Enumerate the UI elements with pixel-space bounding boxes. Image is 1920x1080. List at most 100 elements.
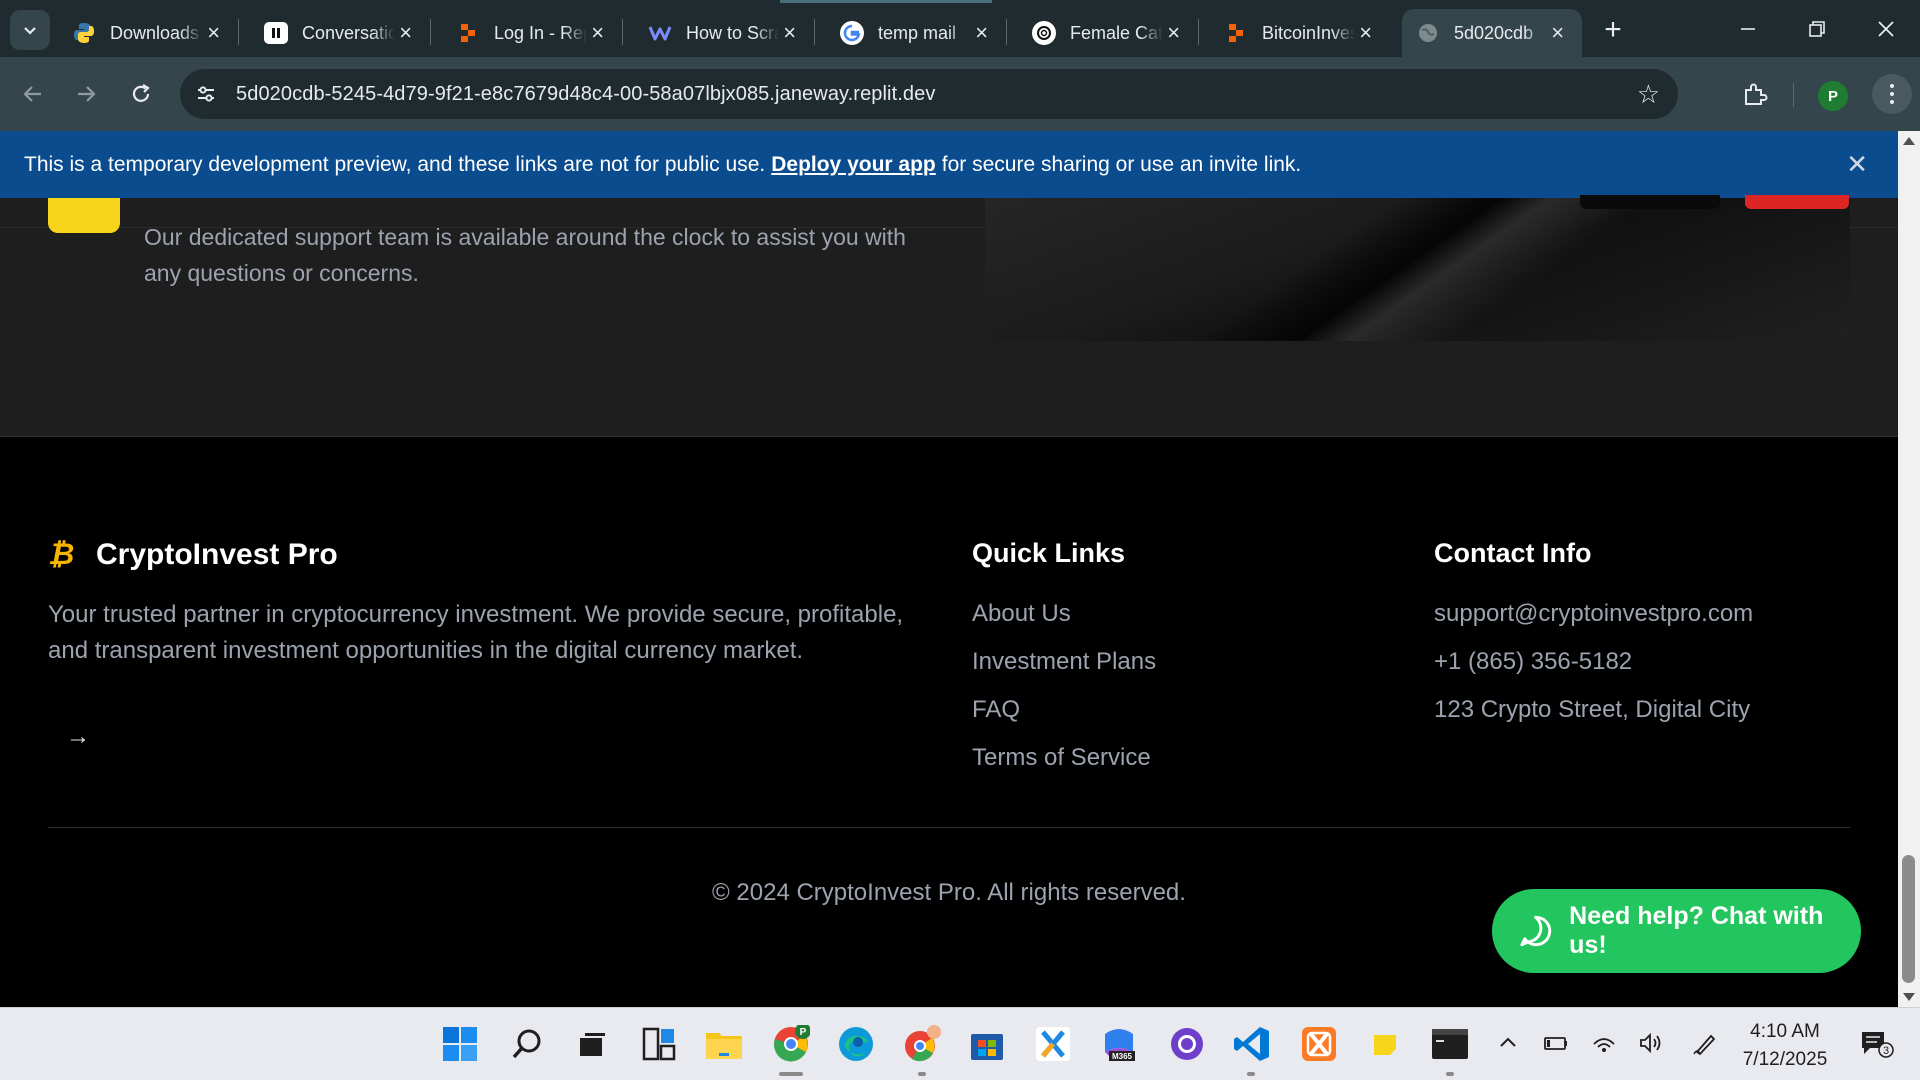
- banner-text: This is a temporary development preview,…: [24, 152, 766, 176]
- bookmark-star-icon[interactable]: ☆: [1637, 79, 1660, 110]
- sticky-notes-icon[interactable]: [1365, 1024, 1405, 1064]
- profile-avatar[interactable]: P: [1818, 81, 1848, 111]
- pen-icon[interactable]: [1692, 1032, 1718, 1062]
- feature-description: Our dedicated support team is available …: [144, 224, 906, 286]
- url-text[interactable]: 5d020cdb-5245-4d79-9f21-e8c7679d48c4-00-…: [236, 83, 935, 106]
- page-scrollbar[interactable]: [1898, 131, 1920, 1007]
- forward-button[interactable]: [66, 74, 106, 114]
- tab-downloads[interactable]: Downloads ×: [58, 9, 239, 57]
- tab-title: Log In - Replit: [494, 22, 587, 43]
- m365-icon[interactable]: M365: [1099, 1024, 1139, 1064]
- close-icon[interactable]: ×: [587, 20, 608, 46]
- footer-link-plans[interactable]: Investment Plans: [972, 645, 1156, 693]
- tray-chevron-up-icon[interactable]: [1497, 1032, 1519, 1060]
- clock-date: 7/12/2025: [1742, 1049, 1828, 1070]
- widgets-icon[interactable]: [639, 1024, 679, 1064]
- tune-icon: [198, 86, 214, 102]
- tab-loading-indicator: [780, 0, 992, 3]
- task-view-icon[interactable]: [572, 1024, 612, 1064]
- terminal-icon[interactable]: [1430, 1024, 1470, 1064]
- google-icon: [840, 21, 864, 45]
- xampp-icon[interactable]: [1299, 1024, 1339, 1064]
- python-icon: [72, 21, 96, 45]
- tab-title: 5d020cdb: [1454, 22, 1534, 43]
- openai-icon: [1032, 21, 1056, 45]
- tab-temp-mail[interactable]: temp mail ×: [826, 9, 1007, 57]
- close-icon[interactable]: ×: [203, 20, 224, 46]
- close-icon[interactable]: ×: [779, 20, 800, 46]
- deploy-app-link[interactable]: Deploy your app: [771, 153, 936, 177]
- tab-female-cats[interactable]: Female Cats ×: [1018, 9, 1199, 57]
- nav-button-dark[interactable]: [1580, 195, 1720, 209]
- wave-icon: [648, 21, 672, 45]
- banner-close-icon[interactable]: ✕: [1846, 149, 1868, 180]
- clock-time: 4:10 AM: [1750, 1021, 1820, 1042]
- vscode-icon[interactable]: [1232, 1024, 1272, 1064]
- wifi-icon[interactable]: [1591, 1032, 1617, 1060]
- close-icon[interactable]: ×: [395, 20, 416, 46]
- address-bar[interactable]: 5d020cdb-5245-4d79-9f21-e8c7679d48c4-00-…: [180, 69, 1678, 119]
- close-icon[interactable]: ×: [1163, 20, 1184, 46]
- tab-replit-login[interactable]: Log In - Replit ×: [442, 9, 623, 57]
- xampp-launcher-icon[interactable]: [1033, 1024, 1073, 1064]
- pause-app-icon: [264, 22, 288, 44]
- window-close-button[interactable]: [1852, 0, 1920, 57]
- notification-center-icon[interactable]: 3: [1860, 1030, 1894, 1058]
- battery-icon[interactable]: [1543, 1032, 1569, 1060]
- banner-text-end: for secure sharing or use an invite link…: [941, 152, 1302, 176]
- github-desktop-icon[interactable]: [1167, 1024, 1207, 1064]
- tab-bitcoin-invest[interactable]: BitcoinInvest ×: [1210, 9, 1390, 57]
- footer-link-faq[interactable]: FAQ: [972, 693, 1156, 741]
- tab-search-button[interactable]: [10, 10, 50, 50]
- microsoft-store-icon[interactable]: [967, 1024, 1007, 1064]
- edge-icon[interactable]: [836, 1024, 876, 1064]
- tab-title: Conversation: [302, 22, 396, 43]
- chat-button-label: Need help? Chat with us!: [1569, 902, 1824, 959]
- contact-address: 123 Crypto Street, Digital City: [1434, 696, 1751, 723]
- nav-button-red[interactable]: [1745, 195, 1849, 209]
- footer-divider: [48, 827, 1850, 828]
- footer-link-about[interactable]: About Us: [972, 597, 1156, 645]
- tab-how-to-scrape[interactable]: How to Scrape ×: [634, 9, 815, 57]
- footer-brand: ₿ CryptoInvest Pro: [48, 538, 338, 572]
- search-icon[interactable]: [507, 1024, 547, 1064]
- new-tab-button[interactable]: +: [1596, 14, 1630, 48]
- chat-support-button[interactable]: Need help? Chat with us!: [1492, 889, 1861, 973]
- browser-toolbar: 5d020cdb-5245-4d79-9f21-e8c7679d48c4-00-…: [0, 57, 1920, 131]
- chevron-down-icon: [24, 27, 36, 35]
- replit-icon: [1224, 21, 1248, 45]
- volume-icon[interactable]: [1638, 1032, 1664, 1060]
- close-icon[interactable]: ×: [1355, 20, 1376, 46]
- brand-name: CryptoInvest Pro: [96, 538, 338, 571]
- scroll-up-arrow[interactable]: [1903, 137, 1915, 145]
- chrome-profile-badge: P: [800, 1027, 807, 1038]
- footer-link-terms[interactable]: Terms of Service: [972, 741, 1156, 789]
- file-explorer-icon[interactable]: [704, 1024, 744, 1064]
- chrome-profile-icon[interactable]: [902, 1024, 942, 1064]
- tab-conversation[interactable]: Conversation ×: [250, 9, 431, 57]
- arrow-right-icon: [78, 86, 96, 102]
- m365-label: M365: [1112, 1052, 1133, 1061]
- reload-button[interactable]: [121, 74, 161, 114]
- chrome-icon[interactable]: P: [771, 1024, 811, 1064]
- scroll-thumb[interactable]: [1902, 855, 1915, 983]
- tab-title: How to Scrape: [686, 22, 780, 43]
- restore-button[interactable]: [1783, 0, 1851, 57]
- chat-bubble-icon: [1520, 915, 1552, 947]
- arrow-right-icon[interactable]: →: [66, 723, 90, 751]
- notification-count: 3: [1883, 1045, 1889, 1057]
- tab-active-preview[interactable]: 5d020cdb ×: [1402, 9, 1582, 57]
- browser-menu-button[interactable]: [1872, 74, 1912, 114]
- windows-taskbar: P M365 4:10 AM 7/12/2025 3: [0, 1007, 1920, 1080]
- contact-phone: +1 (865) 356-5182: [1434, 648, 1633, 675]
- system-clock[interactable]: 4:10 AM 7/12/2025: [1720, 1018, 1850, 1074]
- close-icon[interactable]: ×: [971, 20, 992, 46]
- extensions-button[interactable]: [1735, 74, 1775, 114]
- close-icon[interactable]: ×: [1547, 20, 1568, 46]
- site-info-button[interactable]: [188, 76, 224, 112]
- globe-icon: [1416, 21, 1440, 45]
- back-button[interactable]: [13, 74, 53, 114]
- minimize-button[interactable]: [1714, 0, 1782, 57]
- windows-start-icon[interactable]: [440, 1024, 480, 1064]
- scroll-down-arrow[interactable]: [1903, 993, 1915, 1001]
